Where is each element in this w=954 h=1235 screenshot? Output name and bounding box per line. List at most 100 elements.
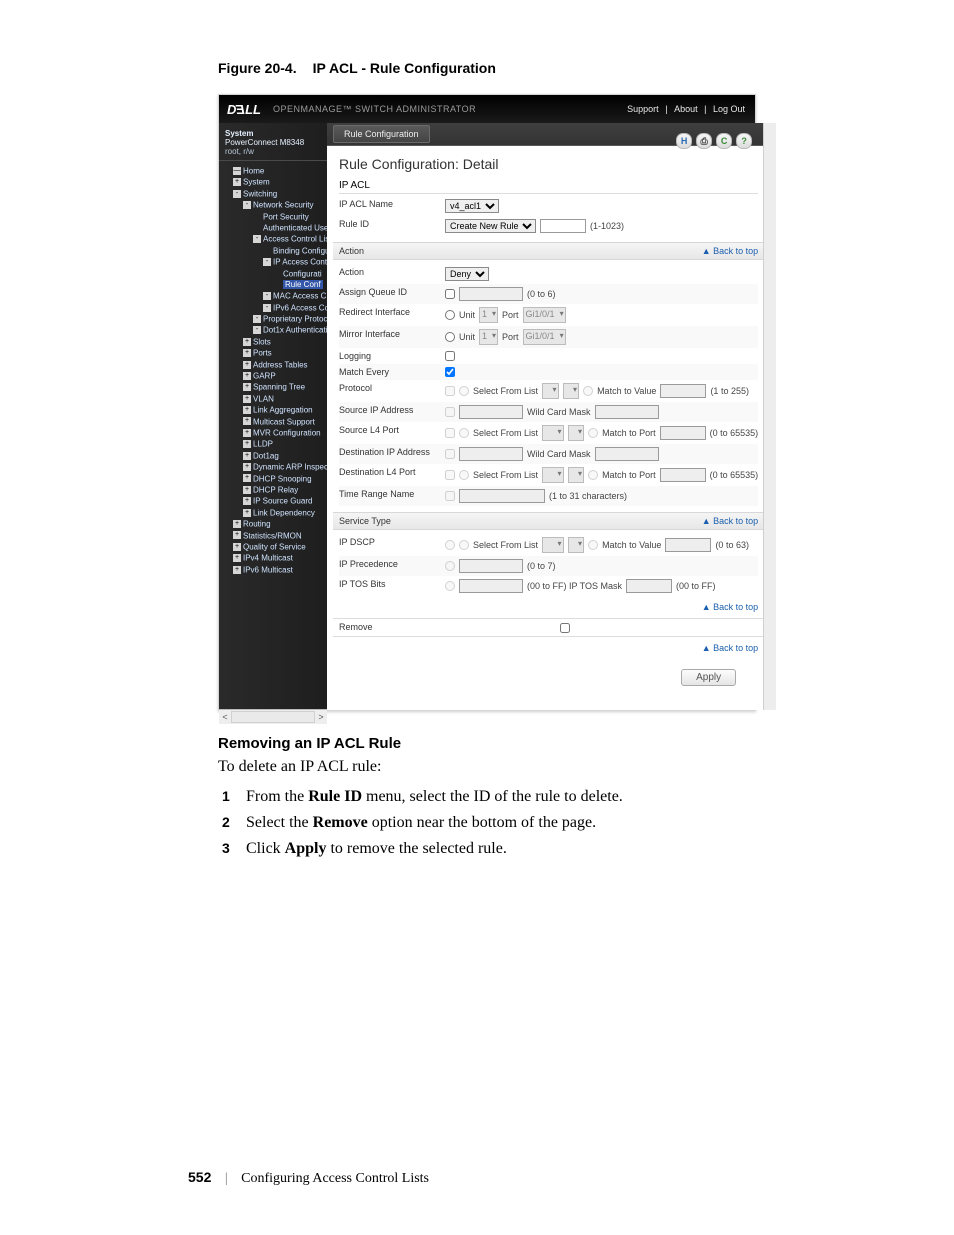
protocol-value-radio[interactable] (583, 386, 593, 396)
tree-toggle-icon[interactable]: + (233, 520, 241, 528)
ip-dscp-list-radio[interactable] (459, 540, 469, 550)
tree-item[interactable]: +System (233, 176, 325, 187)
time-range-input[interactable] (459, 489, 545, 503)
tree-item-label[interactable]: Home (243, 166, 264, 175)
tree-item[interactable]: +IP Source Guard (243, 495, 325, 506)
tree-toggle-icon[interactable]: + (243, 497, 251, 505)
refresh-icon[interactable]: C (716, 133, 732, 149)
dst-ip-mask-input[interactable] (595, 447, 659, 461)
apply-button[interactable]: Apply (681, 669, 736, 686)
src-l4-port-input[interactable] (660, 426, 706, 440)
src-l4-port-radio[interactable] (588, 428, 598, 438)
tree-item[interactable]: +Link Aggregation (243, 404, 325, 415)
link-about[interactable]: About (672, 104, 700, 114)
tree-item[interactable]: +Dot1ag (243, 450, 325, 461)
link-logout[interactable]: Log Out (711, 104, 747, 114)
tree-item-label[interactable]: Ports (253, 349, 272, 358)
tree-item-label[interactable]: Quality of Service (243, 542, 306, 551)
tree-toggle-icon[interactable]: + (233, 531, 241, 539)
tree-item-label[interactable]: Link Dependency (253, 508, 315, 517)
remove-checkbox[interactable] (560, 623, 570, 633)
tree-item[interactable]: +Ports (243, 347, 325, 358)
ip-tos-mask-input[interactable] (626, 579, 672, 593)
tree-toggle-icon[interactable]: - (253, 315, 261, 323)
vertical-scrollbar[interactable] (763, 123, 776, 710)
tree-toggle-icon[interactable]: + (243, 440, 251, 448)
tree-item[interactable]: +IPv4 Multicast (233, 552, 325, 563)
tree-item-label[interactable]: MAC Access C (273, 292, 326, 301)
tree-item-label[interactable]: Network Security (253, 201, 313, 210)
tree-item[interactable]: Binding Configu (263, 245, 325, 256)
tree-item[interactable]: +Slots (243, 336, 325, 347)
tree-toggle-icon[interactable]: + (243, 349, 251, 357)
tree-toggle-icon[interactable] (263, 247, 271, 255)
save-icon[interactable]: H (676, 133, 692, 149)
ip-acl-name-select[interactable]: v4_acl1 (445, 199, 499, 213)
tree-item-label[interactable]: Access Control Lists (263, 235, 327, 244)
tree-toggle-icon[interactable]: + (243, 395, 251, 403)
tree-item[interactable]: +IPv6 Multicast (233, 564, 325, 575)
tree-item[interactable]: -Proprietary Protocol (253, 313, 325, 324)
tree-item[interactable]: -Switching-Network SecurityPort Security… (233, 188, 325, 518)
tree-toggle-icon[interactable] (273, 281, 281, 289)
dst-l4-list-radio[interactable] (459, 470, 469, 480)
ip-dscp-value-input[interactable] (665, 538, 711, 552)
tree-toggle-icon[interactable]: — (233, 167, 241, 175)
tree-item[interactable]: +Routing (233, 518, 325, 529)
tree-toggle-icon[interactable]: + (243, 383, 251, 391)
src-ip-input[interactable] (459, 405, 523, 419)
dst-ip-checkbox[interactable] (445, 449, 455, 459)
tree-toggle-icon[interactable]: - (233, 190, 241, 198)
tree-item-label[interactable]: System (243, 178, 270, 187)
tree-item-label[interactable]: Link Aggregation (253, 406, 313, 415)
tree-toggle-icon[interactable]: + (243, 406, 251, 414)
back-to-top-link[interactable]: ▲ Back to top (702, 246, 758, 256)
tree-item-label[interactable]: Dot1x Authentication (263, 326, 327, 335)
tree-item-label[interactable]: DHCP Relay (253, 485, 298, 494)
redirect-radio[interactable] (445, 310, 455, 320)
tree-item[interactable]: Rule Conf (273, 279, 325, 290)
tree-item-label[interactable]: Configurati (283, 269, 322, 278)
tree-toggle-icon[interactable]: + (243, 452, 251, 460)
mirror-radio[interactable] (445, 332, 455, 342)
tree-item[interactable]: +Spanning Tree (243, 381, 325, 392)
ip-prec-input[interactable] (459, 559, 523, 573)
tree-item[interactable]: +Link Dependency (243, 507, 325, 518)
tree-toggle-icon[interactable]: + (233, 554, 241, 562)
tree-item[interactable]: Port Security (253, 211, 325, 222)
ip-tos-radio[interactable] (445, 581, 455, 591)
tree-toggle-icon[interactable]: + (233, 543, 241, 551)
tree-item-label[interactable]: IP Access Cont (273, 258, 327, 267)
ip-dscp-radio[interactable] (445, 540, 455, 550)
tree-item-label[interactable]: DHCP Snooping (253, 474, 312, 483)
nav-horizontal-scrollbar[interactable]: <> (219, 709, 327, 724)
tree-toggle-icon[interactable]: - (253, 235, 261, 243)
src-ip-checkbox[interactable] (445, 407, 455, 417)
tree-toggle-icon[interactable]: - (263, 304, 271, 312)
tree-item-label[interactable]: Port Security (263, 212, 309, 221)
tree-toggle-icon[interactable]: + (243, 486, 251, 494)
tree-item-label[interactable]: Switching (243, 189, 277, 198)
tree-item-label[interactable]: Proprietary Protocol (263, 314, 327, 323)
tree-item-label[interactable]: Address Tables (253, 360, 308, 369)
tree-item-label[interactable]: Binding Configu (273, 246, 327, 255)
tree-toggle-icon[interactable]: - (253, 326, 261, 334)
tree-item[interactable]: -MAC Access C (263, 290, 325, 301)
tree-item[interactable]: +Statistics/RMON (233, 530, 325, 541)
tree-item-label[interactable]: Authenticated Users (263, 223, 327, 232)
tree-item-label[interactable]: Rule Conf (283, 280, 323, 289)
tree-toggle-icon[interactable]: + (243, 474, 251, 482)
assign-queue-checkbox[interactable] (445, 289, 455, 299)
tree-toggle-icon[interactable] (273, 269, 281, 277)
tree-item-label[interactable]: VLAN (253, 394, 274, 403)
tree-item-label[interactable]: Dynamic ARP Inspection (253, 463, 327, 472)
tree-item[interactable]: +Address Tables (243, 359, 325, 370)
tree-item-label[interactable]: MVR Configuration (253, 428, 321, 437)
rule-id-input[interactable] (540, 219, 586, 233)
time-range-checkbox[interactable] (445, 491, 455, 501)
print-icon[interactable]: ⎙ (696, 133, 712, 149)
tree-toggle-icon[interactable] (253, 212, 261, 220)
tree-toggle-icon[interactable]: + (243, 372, 251, 380)
tree-item-label[interactable]: IP Source Guard (253, 497, 312, 506)
dst-l4-checkbox[interactable] (445, 470, 455, 480)
